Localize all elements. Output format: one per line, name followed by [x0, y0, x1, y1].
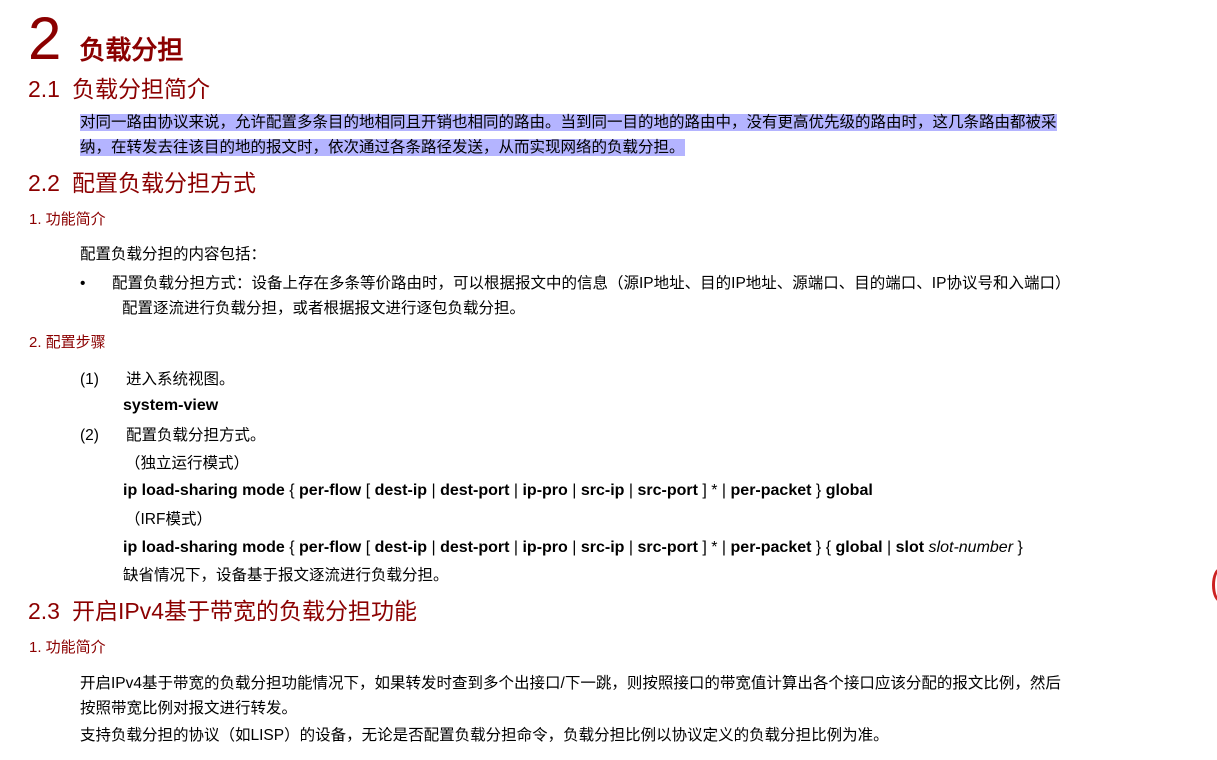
cmd-part: global	[835, 539, 883, 556]
cmd-part: |	[882, 539, 896, 556]
section-2-3-heading: 2.3 开启IPv4基于带宽的负载分担功能	[28, 596, 417, 626]
cmd-part: [	[361, 482, 375, 499]
cmd-part: }	[811, 482, 826, 499]
cmd-part: |	[567, 482, 581, 499]
cmd-part: |	[509, 539, 523, 556]
command-standalone: ip load-sharing mode { per-flow [ dest-i…	[123, 478, 873, 503]
cmd-part: slot-number	[928, 539, 1014, 556]
cmd-part: dest-port	[440, 539, 510, 556]
cmd-part: {	[284, 539, 300, 556]
edge-circle-icon[interactable]	[1212, 568, 1217, 602]
cmd-part: ] * |	[697, 482, 731, 499]
cmd-part: |	[624, 539, 638, 556]
cmd-part: |	[427, 482, 441, 499]
cmd-part: src-ip	[580, 482, 625, 499]
mode-irf-label: （IRF模式）	[125, 511, 212, 528]
command-irf: ip load-sharing mode { per-flow [ dest-i…	[123, 535, 1023, 560]
cmd-part: dest-ip	[374, 539, 428, 556]
cmd-part: slot	[895, 539, 925, 556]
section-title: 负载分担简介	[71, 76, 210, 102]
cmd-part: }	[1013, 539, 1023, 556]
step-2-number: (2)	[80, 427, 99, 444]
selected-text[interactable]: 纳，在转发去往该目的地的报文时，依次通过各条路径发送，从而实现网络的负载分担。	[80, 139, 685, 156]
cmd-part: ip-pro	[522, 482, 568, 499]
cmd-part: } {	[811, 539, 836, 556]
cmd-part: {	[284, 482, 300, 499]
step-1-number: (1)	[80, 371, 99, 388]
chapter-heading: 2 负载分担	[28, 4, 183, 74]
chapter-number: 2	[28, 5, 62, 72]
bullet-dot: •	[80, 275, 86, 292]
s22-subheading-function: 1. 功能简介	[29, 211, 106, 228]
section-number: 2.3	[28, 598, 60, 624]
step-1-text: 进入系统视图。	[126, 371, 235, 388]
s23-paragraph-1-line-1: 开启IPv4基于带宽的负载分担功能情况下，如果转发时查到多个出接口/下一跳，则按…	[80, 675, 1061, 692]
section-2-1-heading: 2.1 负载分担简介	[28, 74, 210, 104]
cmd-part: dest-port	[440, 482, 510, 499]
cmd-part: global	[825, 482, 873, 499]
s21-paragraph-line-2: 纳，在转发去往该目的地的报文时，依次通过各条路径发送，从而实现网络的负载分担。	[80, 135, 685, 160]
mode-standalone-label: （独立运行模式）	[125, 455, 250, 472]
command-keyword: system-view	[123, 397, 219, 414]
cmd-part: dest-ip	[374, 482, 428, 499]
cmd-part: |	[567, 539, 581, 556]
s22-intro: 配置负载分担的内容包括：	[80, 246, 267, 263]
section-2-2-heading: 2.2 配置负载分担方式	[28, 168, 256, 198]
s21-paragraph-line-1: 对同一路由协议来说，允许配置多条目的地相同且开销也相同的路由。当到同一目的地的路…	[80, 110, 1057, 135]
cmd-part: |	[509, 482, 523, 499]
cmd-part: ip load-sharing mode	[123, 482, 285, 499]
s23-paragraph-1-line-2: 按照带宽比例对报文进行转发。	[80, 700, 298, 717]
default-note: 缺省情况下，设备基于报文逐流进行负载分担。	[123, 567, 449, 584]
cmd-part: per-packet	[730, 482, 812, 499]
cmd-part: per-flow	[299, 539, 362, 556]
bullet-item: • 配置负载分担方式：设备上存在多条等价路由时，可以根据报文中的信息（源IP地址…	[80, 271, 1200, 321]
bullet-line-2: 配置逐流进行负载分担，或者根据报文进行逐包负载分担。	[122, 300, 526, 317]
section-number: 2.1	[28, 76, 60, 102]
cmd-part: per-packet	[730, 539, 812, 556]
chapter-title: 负载分担	[79, 35, 184, 65]
cmd-part: |	[427, 539, 441, 556]
cmd-part: src-ip	[580, 539, 625, 556]
s23-subheading-function: 1. 功能简介	[29, 639, 106, 656]
selected-text[interactable]: 对同一路由协议来说，允许配置多条目的地相同且开销也相同的路由。当到同一目的地的路…	[80, 114, 1057, 131]
section-number: 2.2	[28, 170, 60, 196]
section-title: 配置负载分担方式	[71, 170, 256, 196]
cmd-part: |	[624, 482, 638, 499]
cmd-part: src-port	[637, 539, 698, 556]
cmd-part: ] * |	[697, 539, 731, 556]
s23-paragraph-2: 支持负载分担的协议（如LISP）的设备，无论是否配置负载分担命令，负载分担比例以…	[80, 727, 889, 744]
bullet-line-1: 配置负载分担方式：设备上存在多条等价路由时，可以根据报文中的信息（源IP地址、目…	[112, 275, 1071, 292]
cmd-part: [	[361, 539, 375, 556]
s22-subheading-steps: 2. 配置步骤	[29, 334, 106, 351]
cmd-part: per-flow	[299, 482, 362, 499]
step-1-command: system-view	[123, 393, 218, 418]
cmd-part: src-port	[637, 482, 698, 499]
section-title: 开启IPv4基于带宽的负载分担功能	[71, 598, 418, 624]
document-page: 2 负载分担 2.1 负载分担简介 对同一路由协议来说，允许配置多条目的地相同且开…	[0, 0, 1217, 760]
cmd-part: ip load-sharing mode	[123, 539, 285, 556]
cmd-part: ip-pro	[522, 539, 568, 556]
step-2-text: 配置负载分担方式。	[126, 427, 266, 444]
